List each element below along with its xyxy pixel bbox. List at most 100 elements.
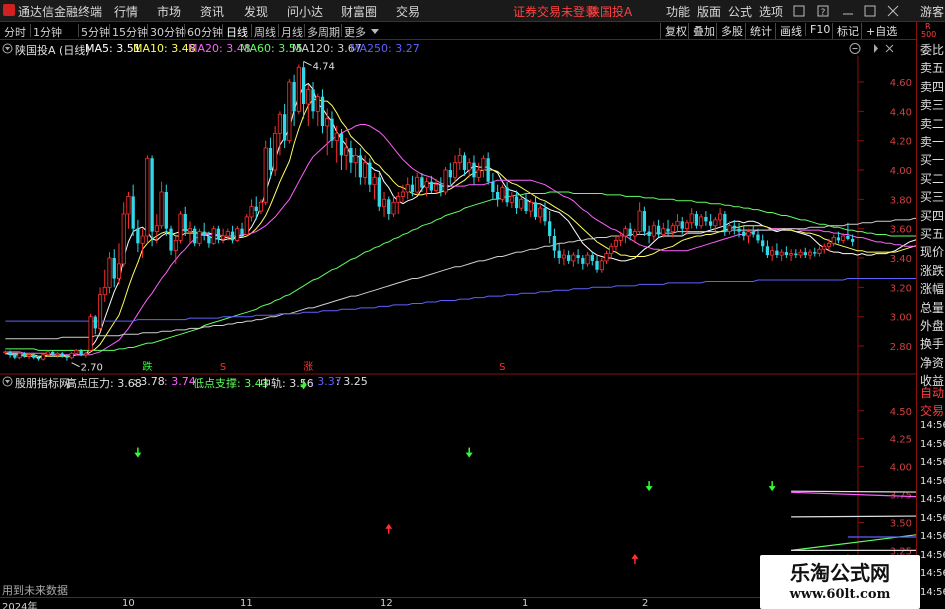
- candle-body: [26, 354, 32, 357]
- toolbar-f10[interactable]: F10: [805, 23, 830, 36]
- candle-body: [140, 235, 145, 244]
- toolbar-multi-stock[interactable]: 多股: [716, 23, 743, 39]
- candle-body: [462, 155, 467, 170]
- trade-login-status[interactable]: 证券交易未登录: [513, 3, 597, 20]
- candle-body: [590, 255, 594, 261]
- menu-layout[interactable]: 版面: [697, 3, 721, 20]
- pane-close-icon[interactable]: [885, 44, 894, 53]
- candle-body: [400, 191, 406, 197]
- arrow-up-icon: [631, 553, 639, 564]
- candle-body: [476, 169, 481, 178]
- candle-body: [164, 192, 168, 229]
- candle-body: [17, 352, 22, 359]
- watermark-title: 乐淘公式网: [790, 561, 890, 585]
- candle-body: [107, 257, 112, 288]
- candle-body: [154, 225, 159, 233]
- kline-chart[interactable]: 4.60 4.40 4.20 4.00 3.80 3.60 3.40 3.20 3.00 2.80…: [0, 56, 916, 597]
- candle-body: [32, 354, 36, 358]
- toolbar-draw[interactable]: 画线: [775, 23, 802, 39]
- candle-body: [169, 228, 173, 251]
- candle-body: [173, 239, 178, 252]
- app-title: 通达信金融终端: [18, 5, 103, 19]
- candle-body: [689, 213, 694, 224]
- candle-body: [538, 207, 543, 218]
- help-icon[interactable]: ?: [817, 5, 829, 18]
- toolbar-adjust[interactable]: 复权: [660, 23, 687, 39]
- side-auto[interactable]: 自动: [920, 384, 944, 401]
- period-5min[interactable]: 5分钟: [81, 24, 110, 40]
- indicator-y-tick-label: 4.50: [890, 407, 912, 418]
- candle-body: [178, 213, 183, 241]
- main-y-tick-label: 3.80: [890, 195, 912, 206]
- candle-body: [116, 263, 122, 279]
- menu-function[interactable]: 功能: [666, 3, 690, 20]
- candle-body: [443, 169, 448, 193]
- menu-trade[interactable]: 交易: [396, 3, 420, 20]
- chart-settings-icon[interactable]: [2, 43, 13, 54]
- candle-body: [481, 157, 486, 171]
- period-60min[interactable]: 60分钟: [187, 24, 223, 40]
- toolbar-mark[interactable]: 标记: [832, 23, 859, 39]
- side-item: 涨幅: [920, 282, 945, 297]
- candle-body: [387, 199, 391, 214]
- low-price-label: 2.70: [81, 363, 103, 374]
- candle-body: [320, 96, 325, 126]
- candle-body: [604, 253, 609, 262]
- side-tick-time: 14:56: [920, 568, 945, 579]
- candle-body: [22, 353, 26, 357]
- menu-formula[interactable]: 公式: [728, 3, 752, 20]
- main-y-tick-label: 4.40: [890, 107, 912, 118]
- side-item: 卖一: [920, 135, 945, 149]
- candle-body: [368, 162, 372, 185]
- candle-body: [353, 154, 358, 164]
- maximize-icon[interactable]: [864, 5, 876, 17]
- side-trade[interactable]: 交易: [920, 402, 944, 419]
- app-logo-icon: [3, 4, 15, 16]
- menu-quotes[interactable]: 行情: [114, 3, 138, 20]
- menu-options[interactable]: 选项: [759, 3, 783, 20]
- candle-body: [235, 228, 240, 241]
- side-tick-time: 14:56: [920, 438, 945, 450]
- main-y-tick-label: 3.40: [890, 254, 912, 265]
- candle-body: [41, 354, 46, 360]
- candle-body: [439, 184, 443, 192]
- candle-body: [287, 81, 292, 142]
- menu-wealth[interactable]: 财富圈: [341, 3, 377, 20]
- pane-arrow-icon[interactable]: [874, 44, 878, 53]
- skin-icon[interactable]: [793, 5, 805, 17]
- divider: [30, 24, 31, 37]
- menu-discover[interactable]: 发现: [244, 3, 268, 20]
- user-guest[interactable]: 游客: [920, 3, 944, 20]
- toolbar-stats[interactable]: 统计: [745, 23, 772, 39]
- toolbar-add-watchlist[interactable]: +自选: [861, 23, 897, 39]
- candle-body: [131, 196, 135, 229]
- period-15min[interactable]: 15分钟: [112, 24, 148, 40]
- candle-body: [344, 147, 349, 156]
- arrow-down-icon: [768, 481, 776, 492]
- period-more[interactable]: 更多: [344, 24, 366, 40]
- period-daily[interactable]: 日线: [226, 24, 248, 40]
- period-multi[interactable]: 多周期: [307, 24, 340, 40]
- collapse-icon[interactable]: [849, 43, 861, 54]
- menu-market[interactable]: 市场: [157, 3, 181, 20]
- candle-body: [211, 228, 216, 244]
- candle-body: [230, 231, 235, 241]
- candle-body: [524, 199, 528, 212]
- period-monthly[interactable]: 月线: [281, 24, 303, 40]
- header-stock-name: 陕国投A: [588, 5, 633, 19]
- signal-marker: S: [220, 362, 226, 373]
- menu-ask[interactable]: 问小达: [287, 3, 323, 20]
- chevron-down-icon[interactable]: [370, 26, 380, 36]
- close-icon[interactable]: [887, 5, 899, 17]
- indicator-line: [791, 490, 916, 493]
- candle-body: [277, 113, 282, 134]
- date-label-2024: 2024年: [2, 602, 38, 609]
- period-30min[interactable]: 30分钟: [150, 24, 186, 40]
- toolbar-overlay[interactable]: 叠加: [688, 23, 715, 39]
- period-tick[interactable]: 分时: [4, 24, 26, 40]
- period-1min[interactable]: 1分钟: [33, 24, 62, 40]
- period-weekly[interactable]: 周线: [254, 24, 276, 40]
- side-item: 买二: [920, 171, 945, 186]
- menu-news[interactable]: 资讯: [200, 3, 224, 20]
- candle-body: [670, 225, 675, 233]
